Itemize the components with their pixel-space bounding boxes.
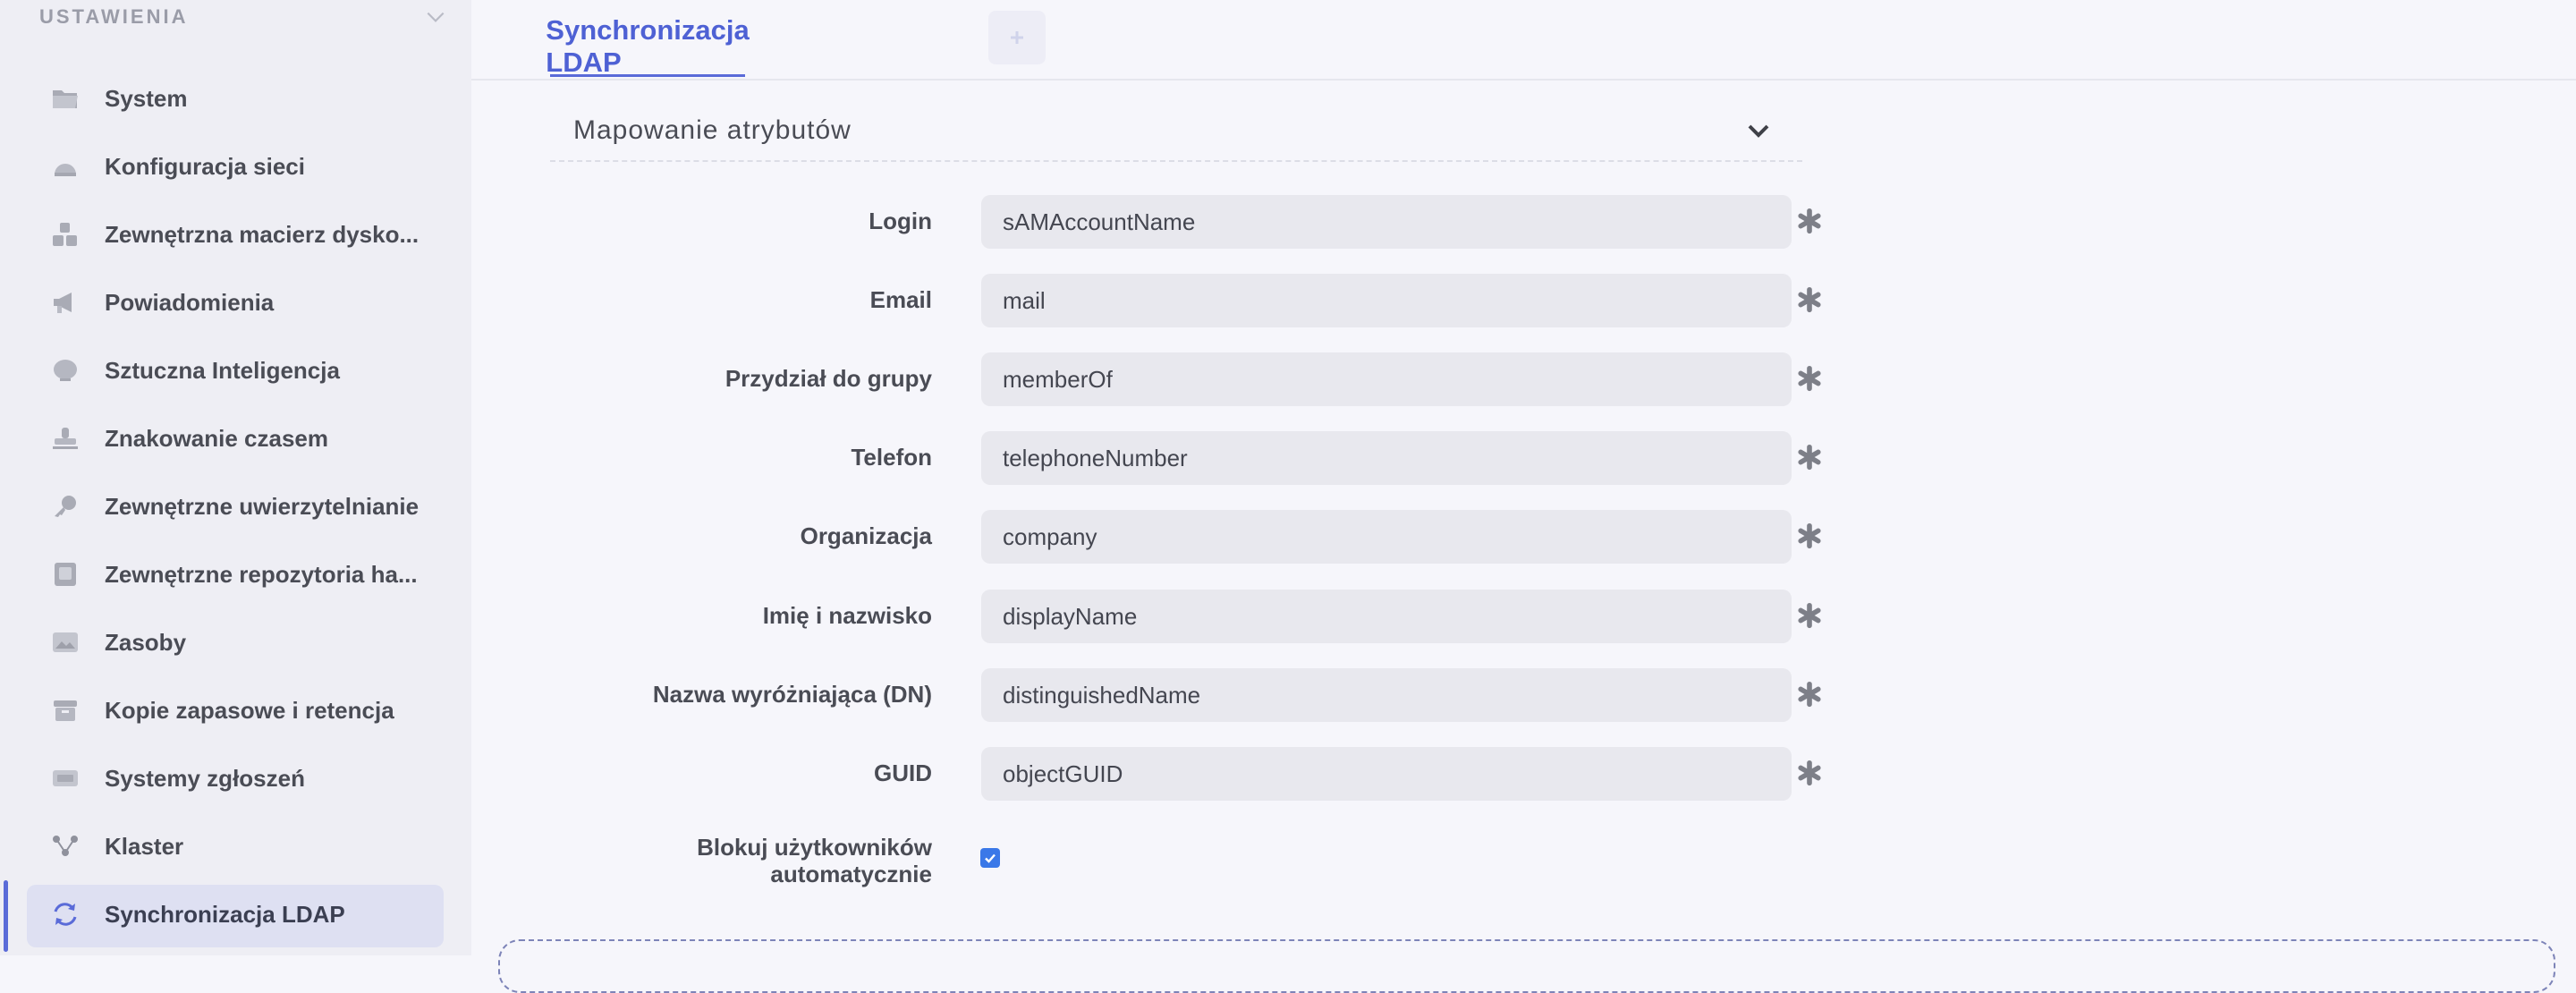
field-label: Telefon bbox=[851, 444, 932, 471]
required-asterisk-icon bbox=[1798, 681, 1821, 708]
login-attribute-input[interactable] bbox=[981, 195, 1792, 249]
vault-icon bbox=[52, 562, 79, 587]
key-icon bbox=[52, 494, 79, 519]
required-asterisk-icon bbox=[1798, 208, 1821, 234]
tab-bar: Synchronizacja LDAP bbox=[471, 0, 2576, 81]
required-asterisk-icon bbox=[1798, 602, 1821, 629]
form-row-block-users: Blokuj użytkowników automatycznie bbox=[471, 832, 1902, 895]
sidebar-item-label: Synchronizacja LDAP bbox=[105, 900, 345, 928]
sidebar-item-network[interactable]: Konfiguracja sieci bbox=[0, 132, 471, 200]
form-row-organization: Organizacja bbox=[471, 510, 1902, 567]
required-asterisk-icon bbox=[1798, 286, 1821, 313]
required-asterisk-icon bbox=[1798, 522, 1821, 549]
dn-attribute-input[interactable] bbox=[981, 668, 1792, 722]
section-title: Mapowanie atrybutów bbox=[573, 115, 852, 145]
sidebar-item-label: Zewnętrzne uwierzytelnianie bbox=[105, 492, 419, 520]
required-asterisk-icon bbox=[1798, 365, 1821, 392]
network-icon bbox=[52, 154, 79, 179]
add-tab-button[interactable] bbox=[988, 11, 1046, 64]
sidebar-header-title: USTAWIENIA bbox=[39, 5, 189, 28]
organization-attribute-input[interactable] bbox=[981, 510, 1792, 564]
form-row-guid: GUID bbox=[471, 747, 1902, 804]
field-label: Organizacja bbox=[800, 522, 932, 549]
sidebar: USTAWIENIA System Konfiguracja sieci Zew… bbox=[0, 0, 471, 955]
form-row-dn: Nazwa wyróżniająca (DN) bbox=[471, 668, 1902, 726]
image-icon bbox=[52, 630, 79, 655]
sidebar-item-disk-array[interactable]: Zewnętrzna macierz dysko... bbox=[0, 200, 471, 268]
sidebar-item-system[interactable]: System bbox=[0, 64, 471, 132]
chevron-down-icon[interactable] bbox=[424, 5, 447, 29]
field-label: Przydział do grupy bbox=[724, 365, 932, 392]
sidebar-item-label: Systemy zgłoszeń bbox=[105, 764, 305, 792]
required-asterisk-icon bbox=[1798, 760, 1821, 786]
cluster-icon bbox=[52, 834, 79, 859]
field-label-line: automatycznie bbox=[770, 861, 932, 887]
email-attribute-input[interactable] bbox=[981, 274, 1792, 327]
checkmark-icon bbox=[985, 853, 996, 863]
sidebar-item-label: Powiadomienia bbox=[105, 288, 275, 316]
field-label: GUID bbox=[874, 760, 932, 786]
sidebar-item-external-repos[interactable]: Zewnętrzne repozytoria ha... bbox=[0, 540, 471, 608]
form-row-email: Email bbox=[471, 274, 1902, 331]
form-row-group: Przydział do grupy bbox=[471, 352, 1902, 410]
sidebar-item-label: Kopie zapasowe i retencja bbox=[105, 696, 394, 724]
sidebar-item-ticket-systems[interactable]: Systemy zgłoszeń bbox=[0, 744, 471, 812]
field-label: Blokuj użytkowników automatycznie bbox=[697, 834, 932, 887]
sidebar-item-label: Sztuczna Inteligencja bbox=[105, 356, 340, 384]
chevron-down-icon[interactable] bbox=[1745, 117, 1772, 144]
field-label: Email bbox=[869, 286, 932, 313]
required-asterisk-icon bbox=[1798, 444, 1821, 471]
field-label-line: Blokuj użytkowników bbox=[697, 834, 932, 861]
sidebar-item-ldap-sync[interactable]: Synchronizacja LDAP bbox=[0, 880, 471, 952]
sidebar-item-label: System bbox=[105, 84, 188, 112]
section-header-attribute-mapping[interactable]: Mapowanie atrybutów bbox=[550, 101, 1802, 162]
field-label: Login bbox=[869, 208, 932, 234]
sync-icon bbox=[52, 902, 79, 927]
sidebar-item-label: Znakowanie czasem bbox=[105, 424, 328, 452]
ticket-icon bbox=[52, 766, 79, 791]
folder-icon bbox=[52, 86, 79, 111]
field-label: Nazwa wyróżniająca (DN) bbox=[652, 681, 932, 708]
guid-attribute-input[interactable] bbox=[981, 747, 1792, 801]
form-row-full-name: Imię i nazwisko bbox=[471, 590, 1902, 647]
brain-icon bbox=[52, 358, 79, 383]
tab-ldap-sync[interactable]: Synchronizacja LDAP bbox=[546, 0, 749, 78]
field-label: Imię i nazwisko bbox=[762, 602, 932, 629]
form-row-login: Login bbox=[471, 195, 1902, 252]
group-mapping-section[interactable] bbox=[498, 939, 2555, 993]
sidebar-item-label: Zewnętrzna macierz dysko... bbox=[105, 220, 419, 248]
disk-array-icon bbox=[52, 222, 79, 247]
sidebar-item-label: Zewnętrzne repozytoria ha... bbox=[105, 560, 418, 588]
sidebar-item-backup-retention[interactable]: Kopie zapasowe i retencja bbox=[0, 676, 471, 744]
sidebar-item-label: Klaster bbox=[105, 832, 184, 860]
sidebar-item-ai[interactable]: Sztuczna Inteligencja bbox=[0, 336, 471, 404]
megaphone-icon bbox=[52, 290, 79, 315]
sidebar-item-resources[interactable]: Zasoby bbox=[0, 608, 471, 676]
block-users-checkbox[interactable] bbox=[980, 848, 1000, 868]
sidebar-header[interactable]: USTAWIENIA bbox=[39, 0, 447, 34]
main-content: Synchronizacja LDAP Mapowanie atrybutów … bbox=[471, 0, 2576, 993]
sidebar-item-label: Zasoby bbox=[105, 628, 187, 656]
plus-icon bbox=[1011, 31, 1023, 44]
sidebar-item-notifications[interactable]: Powiadomienia bbox=[0, 268, 471, 336]
stamp-icon bbox=[52, 426, 79, 451]
group-attribute-input[interactable] bbox=[981, 352, 1792, 406]
phone-attribute-input[interactable] bbox=[981, 431, 1792, 485]
sidebar-item-timestamping[interactable]: Znakowanie czasem bbox=[0, 404, 471, 472]
sidebar-menu: System Konfiguracja sieci Zewnętrzna mac… bbox=[0, 64, 471, 952]
sidebar-item-label: Konfiguracja sieci bbox=[105, 152, 305, 180]
form-row-phone: Telefon bbox=[471, 431, 1902, 488]
sidebar-item-external-auth[interactable]: Zewnętrzne uwierzytelnianie bbox=[0, 472, 471, 540]
sidebar-item-cluster[interactable]: Klaster bbox=[0, 812, 471, 880]
archive-icon bbox=[52, 698, 79, 723]
full-name-attribute-input[interactable] bbox=[981, 590, 1792, 643]
